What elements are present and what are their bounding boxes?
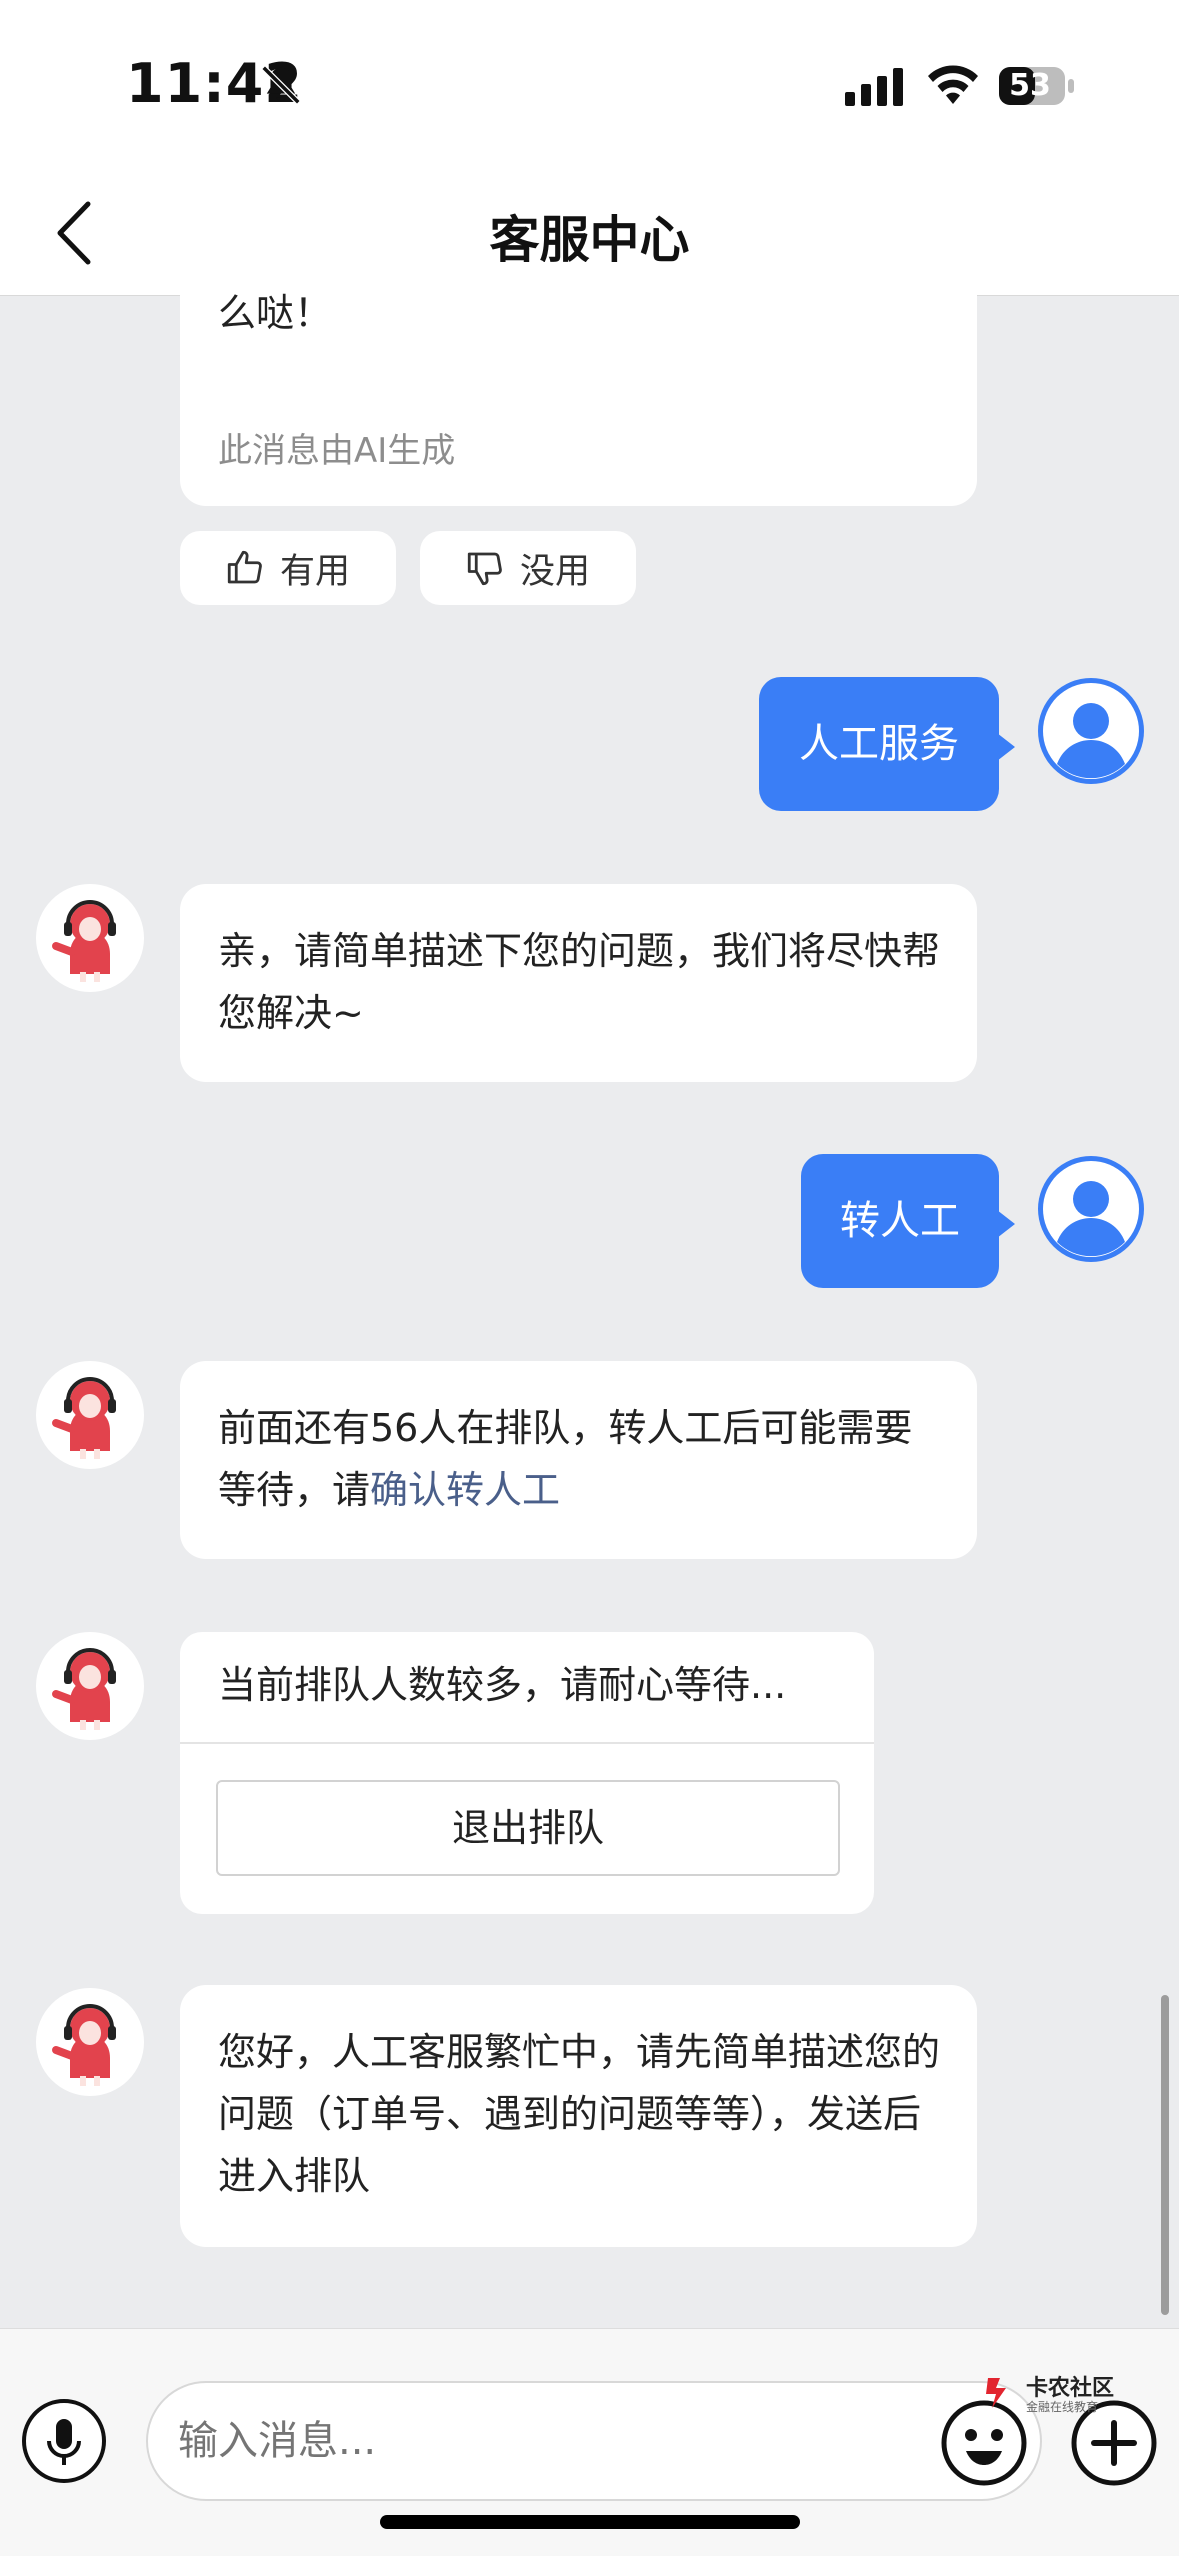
bot-avatar-icon	[36, 1632, 144, 1740]
voice-button[interactable]	[22, 2399, 106, 2483]
wifi-icon	[928, 65, 978, 104]
queue-info-text: 前面还有56人在排队，转人工后可能需要等待，请	[218, 1406, 913, 1512]
ai-reply-bubble: 么哒！ 此消息由AI生成	[180, 262, 977, 506]
bot-avatar-icon	[36, 1988, 144, 2096]
bot-message-bubble: 亲，请简单描述下您的问题，我们将尽快帮您解决~	[180, 884, 977, 1082]
bot-message-text: 亲，请简单描述下您的问题，我们将尽快帮您解决~	[218, 929, 941, 1035]
user-message-bubble: 转人工	[801, 1154, 1015, 1288]
divider	[180, 1742, 874, 1744]
queue-card: 当前排队人数较多，请耐心等待... 退出排队	[180, 1632, 874, 1914]
user-avatar-icon	[1038, 678, 1144, 784]
useful-button[interactable]: 有用	[180, 531, 396, 605]
exit-queue-button[interactable]: 退出排队	[216, 1780, 840, 1876]
thumbs-up-icon	[227, 550, 262, 584]
bot-message-bubble: 您好，人工客服繁忙中，请先简单描述您的问题（订单号、遇到的问题等等），发送后进入…	[180, 1985, 977, 2247]
cellular-signal-icon	[845, 68, 903, 106]
ai-generated-note: 此消息由AI生成	[218, 431, 456, 471]
status-bar: 11:42 53	[0, 0, 1179, 170]
bot-message-text: 您好，人工客服繁忙中，请先简单描述您的问题（订单号、遇到的问题等等），发送后进入…	[218, 2030, 941, 2198]
useless-button[interactable]: 没用	[420, 531, 636, 605]
watermark-subtitle: 金融在线教育	[1026, 2400, 1099, 2414]
user-message-bubble: 人工服务	[759, 677, 1015, 811]
watermark-logo-icon	[986, 2378, 1006, 2408]
emoji-icon[interactable]	[940, 2399, 1028, 2487]
queue-status-text: 当前排队人数较多，请耐心等待...	[218, 1663, 787, 1707]
bot-avatar-icon	[36, 1361, 144, 1469]
useful-label: 有用	[280, 552, 351, 592]
bot-message-bubble: 前面还有56人在排队，转人工后可能需要等待，请确认转人工	[180, 1361, 977, 1559]
user-message-text: 人工服务	[799, 721, 959, 767]
bot-message-text: 前面还有56人在排队，转人工后可能需要等待，请确认转人工	[218, 1397, 947, 1521]
useless-label: 没用	[520, 552, 591, 592]
scrollbar[interactable]	[1161, 1995, 1169, 2315]
bot-avatar-icon	[36, 884, 144, 992]
message-input[interactable]	[146, 2381, 1042, 2501]
home-indicator	[380, 2515, 800, 2529]
microphone-icon	[47, 2419, 81, 2465]
chat-screen: 11:42 53 客服中心 么哒！ 此消息由AI生成 有用 没用 人工服务 亲，…	[0, 0, 1179, 2556]
user-avatar-icon	[1038, 1156, 1144, 1262]
battery-level: 53	[1009, 68, 1051, 103]
confirm-transfer-link[interactable]: 确认转人工	[370, 1468, 560, 1512]
thumbs-down-icon	[467, 552, 502, 586]
bell-muted-icon	[261, 65, 301, 105]
ai-reply-text: 么哒！	[218, 291, 333, 335]
user-message-text: 转人工	[840, 1198, 960, 1244]
